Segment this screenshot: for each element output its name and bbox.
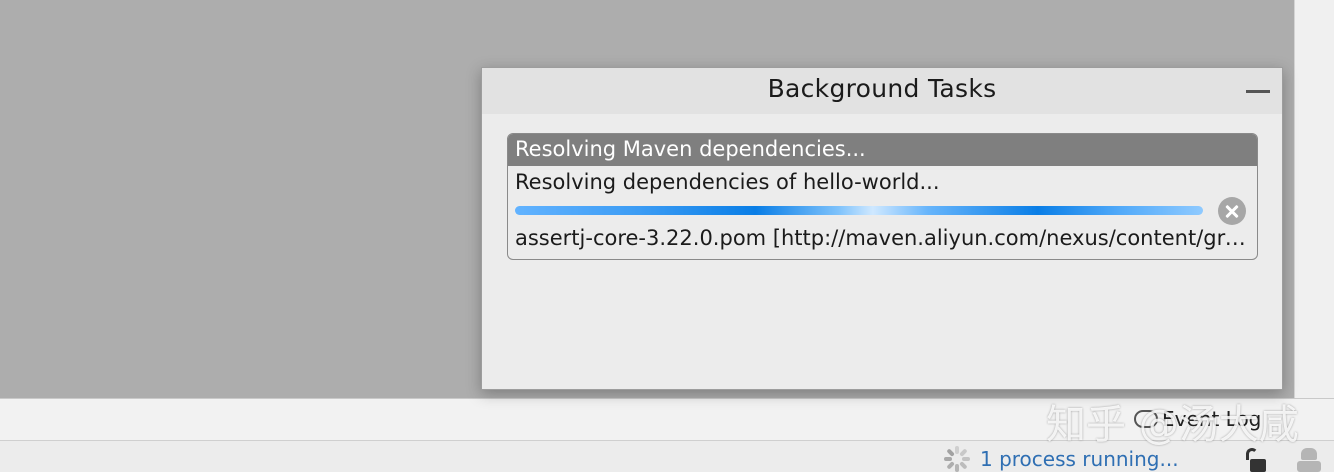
process-running-label: 1 process running...	[980, 447, 1179, 471]
speech-bubble-icon	[1134, 410, 1158, 428]
minimize-icon[interactable]	[1246, 90, 1270, 93]
right-tool-strip	[1294, 0, 1334, 398]
robot-icon[interactable]	[1294, 448, 1324, 472]
task-detail: assertj-core-3.22.0.pom [http://maven.al…	[515, 226, 1251, 250]
task-card: Resolving Maven dependencies... Resolvin…	[507, 133, 1258, 260]
task-header: Resolving Maven dependencies...	[508, 134, 1257, 166]
task-title: Resolving Maven dependencies...	[515, 137, 866, 161]
background-tasks-popup: Background Tasks Resolving Maven depende…	[481, 67, 1283, 390]
event-log-button[interactable]: Event Log	[1134, 404, 1261, 434]
progress-fill	[515, 206, 1203, 215]
cancel-icon[interactable]	[1218, 197, 1246, 225]
event-log-label: Event Log	[1162, 407, 1262, 431]
process-running-link[interactable]: 1 process running...	[944, 446, 1179, 472]
popup-title: Background Tasks	[767, 74, 997, 103]
progress-bar	[515, 206, 1203, 215]
task-status: Resolving dependencies of hello-world...	[515, 170, 940, 194]
lock-icon[interactable]	[1244, 448, 1266, 472]
spinner-icon	[944, 446, 970, 472]
popup-header: Background Tasks	[482, 68, 1282, 114]
